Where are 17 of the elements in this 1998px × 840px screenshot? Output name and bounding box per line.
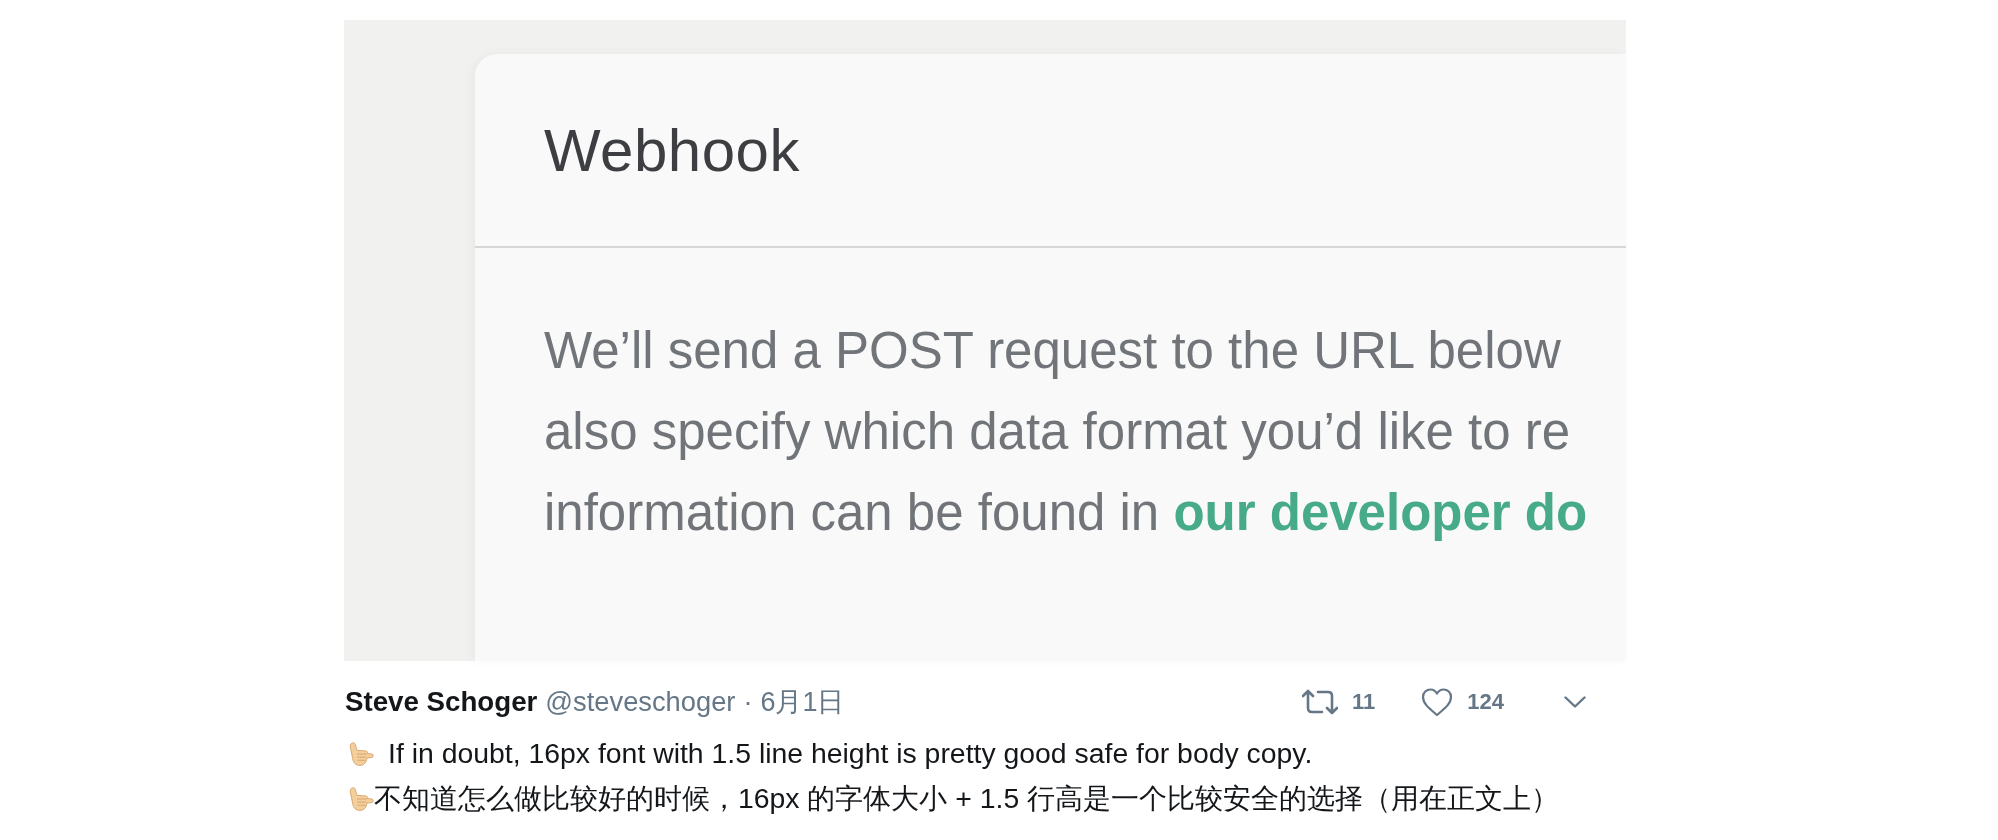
tweet-text: If in doubt, 16px font with 1.5 line height is pretty good safe for body copy. xyxy=(388,737,1313,770)
card-title: Webhook xyxy=(544,116,800,186)
heart-icon xyxy=(1421,687,1454,717)
retweet-button[interactable]: 11 xyxy=(1302,689,1376,715)
more-button[interactable] xyxy=(1564,696,1586,708)
tweet-date[interactable]: 6月1日 xyxy=(760,684,845,720)
tweet-text: 不知道怎么做比较好的时候，16px 的字体大小 + 1.5 行高是一个比较安全的选择（用在正文上） xyxy=(374,780,1560,816)
like-button[interactable]: 124 xyxy=(1421,687,1504,717)
hand-icon xyxy=(347,785,374,812)
retweet-icon xyxy=(1302,689,1338,715)
description-text: We’ll send a POST request to the URL below also specify which data format you’d like to re information can be found in our developer do xyxy=(544,321,1588,543)
chevron-down-icon xyxy=(1564,696,1586,708)
author-name[interactable]: Steve Schoger xyxy=(345,686,538,718)
separator-dot: · xyxy=(743,686,753,718)
hand-icon xyxy=(347,740,374,767)
docs-link[interactable]: our developer do xyxy=(1173,484,1588,541)
author-handle[interactable]: @steveschoger xyxy=(545,686,736,718)
